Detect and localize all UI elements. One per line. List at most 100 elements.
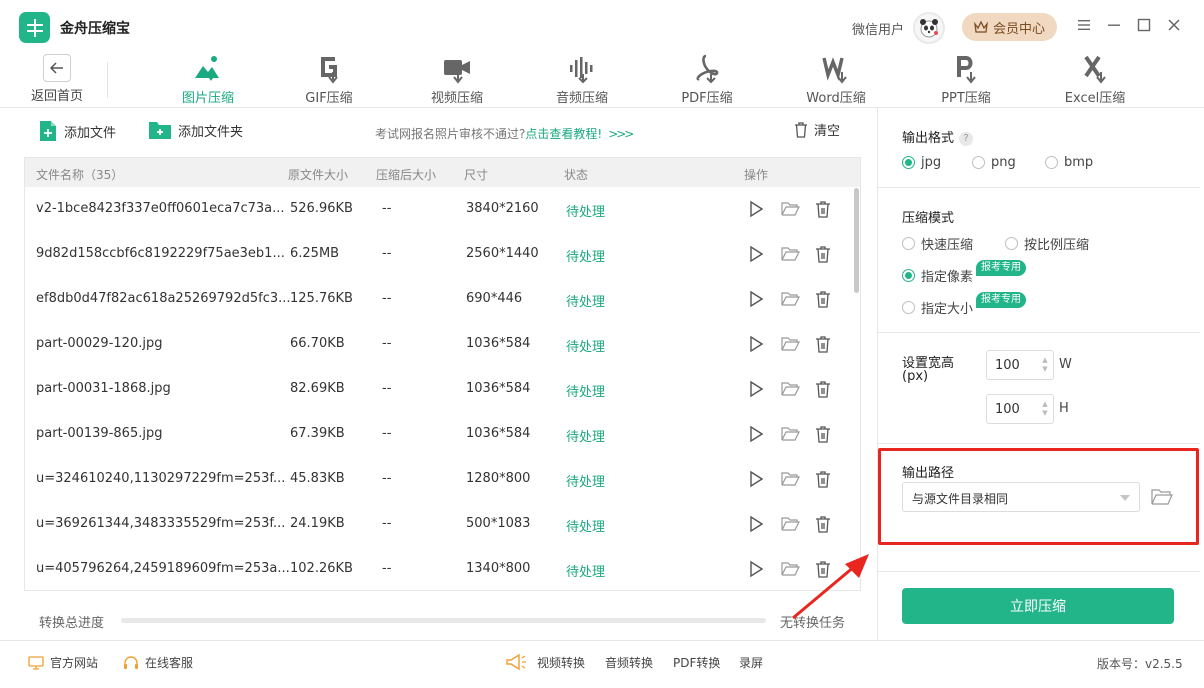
table-row[interactable]: ef8db0d47f82ac618a25269792d5fc3... 125.76… (25, 277, 860, 322)
file-toolbar: 添加文件 添加文件夹 考试网报名照片审核不通过?点击查看教程! >>> 清空 (24, 108, 862, 158)
add-file-button[interactable]: 添加文件 (38, 120, 116, 142)
delete-icon[interactable] (813, 379, 833, 399)
help-icon[interactable]: ? (959, 131, 974, 146)
delete-icon[interactable] (813, 199, 833, 219)
clear-button[interactable]: 清空 (794, 120, 840, 139)
cell-compressed-size: -- (382, 471, 392, 486)
maximize-icon[interactable] (1136, 17, 1152, 33)
tab-pdf-compress[interactable]: PDF压缩 (662, 52, 752, 106)
tab-label: 视频压缩 (430, 91, 483, 106)
table-row[interactable]: part-00029-120.jpg 66.70KB -- 1036*584 待处理 (25, 322, 860, 367)
open-folder-icon[interactable] (780, 379, 800, 399)
monitor-icon (28, 655, 44, 670)
footer-link-pdf[interactable]: PDF转换 (673, 654, 720, 671)
cell-file-name: part-00139-865.jpg (36, 426, 163, 441)
play-icon[interactable] (746, 469, 766, 489)
folder-browse-icon[interactable] (1151, 488, 1173, 506)
open-folder-icon[interactable] (780, 244, 800, 264)
format-radio-png[interactable]: png (972, 155, 1016, 170)
footer-link-video[interactable]: 视频转换 (537, 654, 585, 671)
official-site-label: 官方网站 (50, 656, 99, 670)
width-input[interactable]: 100 ▲ ▼ (986, 350, 1054, 380)
back-home-button[interactable]: 返回首页 (27, 54, 87, 104)
header-status: 状态 (564, 168, 589, 182)
height-input[interactable]: 100 ▲ ▼ (986, 394, 1054, 424)
tab-excel-compress[interactable]: Excel压缩 (1050, 52, 1140, 106)
add-folder-button[interactable]: 添加文件夹 (148, 120, 243, 140)
tab-label: Word压缩 (806, 91, 866, 106)
mode-radio-fast[interactable]: 快速压缩 (902, 234, 973, 253)
tab-audio-compress[interactable]: 音频压缩 (537, 52, 627, 106)
mode-radio-pixels[interactable]: 指定像素 (902, 266, 973, 285)
mode-radio-size[interactable]: 指定大小 (902, 298, 973, 317)
notice-text: 考试网报名照片审核不通过? (375, 127, 526, 141)
mode-radio-ratio[interactable]: 按比例压缩 (1005, 234, 1089, 253)
delete-icon[interactable] (813, 469, 833, 489)
footer-link-audio[interactable]: 音频转换 (605, 654, 653, 671)
play-icon[interactable] (746, 424, 766, 444)
open-folder-icon[interactable] (780, 199, 800, 219)
cell-original-size: 526.96KB (290, 201, 353, 216)
tab-video-compress[interactable]: 视频压缩 (412, 52, 502, 106)
vip-center-button[interactable]: 会员中心 (962, 13, 1057, 41)
table-row[interactable]: u=369261344,3483335529fm=253f... 24.19KB -… (25, 502, 860, 547)
official-site-link[interactable]: 官方网站 (28, 654, 98, 671)
format-radio-label: png (991, 155, 1016, 170)
cell-original-size: 24.19KB (290, 516, 345, 531)
cell-original-size: 66.70KB (290, 336, 345, 351)
progress-label: 转换总进度 (39, 616, 105, 631)
footer-link-record[interactable]: 录屏 (739, 654, 763, 671)
play-icon[interactable] (746, 199, 766, 219)
delete-icon[interactable] (813, 289, 833, 309)
play-icon[interactable] (746, 334, 766, 354)
table-row[interactable]: part-00031-1868.jpg 82.69KB -- 1036*584 待处理 (25, 367, 860, 412)
table-row[interactable]: part-00139-865.jpg 67.39KB -- 1036*584 待处理 (25, 412, 860, 457)
table-row[interactable]: v2-1bce8423f337e0ff0601eca7c73a... 526.96… (25, 187, 860, 232)
tab-label: Excel压缩 (1064, 91, 1126, 106)
tutorial-link[interactable]: 点击查看教程! (525, 127, 602, 141)
avatar[interactable] (913, 12, 945, 44)
back-home-label: 返回首页 (30, 89, 83, 104)
play-icon[interactable] (746, 289, 766, 309)
video-compress-icon (441, 52, 473, 84)
table-scrollbar[interactable] (854, 188, 859, 293)
open-folder-icon[interactable] (780, 289, 800, 309)
table-row[interactable]: u=405796264,2459189609fm=253a... 102.26KB… (25, 547, 860, 590)
tab-gif-compress[interactable]: GIF压缩 (284, 52, 374, 106)
format-radio-bmp[interactable]: bmp (1045, 155, 1093, 170)
online-support-link[interactable]: 在线客服 (123, 654, 193, 671)
play-icon[interactable] (746, 379, 766, 399)
spinner-icon[interactable]: ▲ ▼ (1041, 356, 1049, 374)
delete-icon[interactable] (813, 244, 833, 264)
open-folder-icon[interactable] (780, 469, 800, 489)
delete-icon[interactable] (813, 514, 833, 534)
cell-status: 待处理 (566, 205, 606, 220)
tab-image-compress[interactable]: 图片压缩 (163, 52, 253, 106)
compress-now-button[interactable]: 立即压缩 (902, 588, 1174, 624)
play-icon[interactable] (746, 244, 766, 264)
open-folder-icon[interactable] (780, 424, 800, 444)
exam-badge: 报考专用 (976, 292, 1026, 308)
play-icon[interactable] (746, 559, 766, 579)
table-row[interactable]: 9d82d158ccbf6c8192229f75ae3eb1... 6.25MB -… (25, 232, 860, 277)
radio-unchecked-icon (902, 237, 915, 250)
tab-word-compress[interactable]: Word压缩 (791, 52, 881, 106)
delete-icon[interactable] (813, 334, 833, 354)
tab-ppt-compress[interactable]: PPT压缩 (921, 52, 1011, 106)
radio-checked-icon (902, 269, 915, 282)
open-folder-icon[interactable] (780, 514, 800, 534)
format-radio-jpg[interactable]: jpg (902, 155, 941, 170)
play-icon[interactable] (746, 514, 766, 534)
cell-original-size: 6.25MB (290, 246, 340, 261)
user-name[interactable]: 微信用户 (852, 19, 904, 38)
spinner-icon[interactable]: ▲ ▼ (1041, 400, 1049, 418)
open-folder-icon[interactable] (780, 334, 800, 354)
close-icon[interactable] (1166, 17, 1182, 33)
menu-icon[interactable] (1076, 17, 1092, 33)
table-row[interactable]: u=324610240,1130297229fm=253f... 45.83KB -… (25, 457, 860, 502)
output-path-select[interactable]: 与源文件目录相同 (902, 482, 1140, 512)
app-title: 金舟压缩宝 (60, 21, 130, 37)
delete-icon[interactable] (813, 424, 833, 444)
cell-dimensions: 1036*584 (466, 336, 531, 351)
minimize-icon[interactable] (1106, 17, 1122, 33)
